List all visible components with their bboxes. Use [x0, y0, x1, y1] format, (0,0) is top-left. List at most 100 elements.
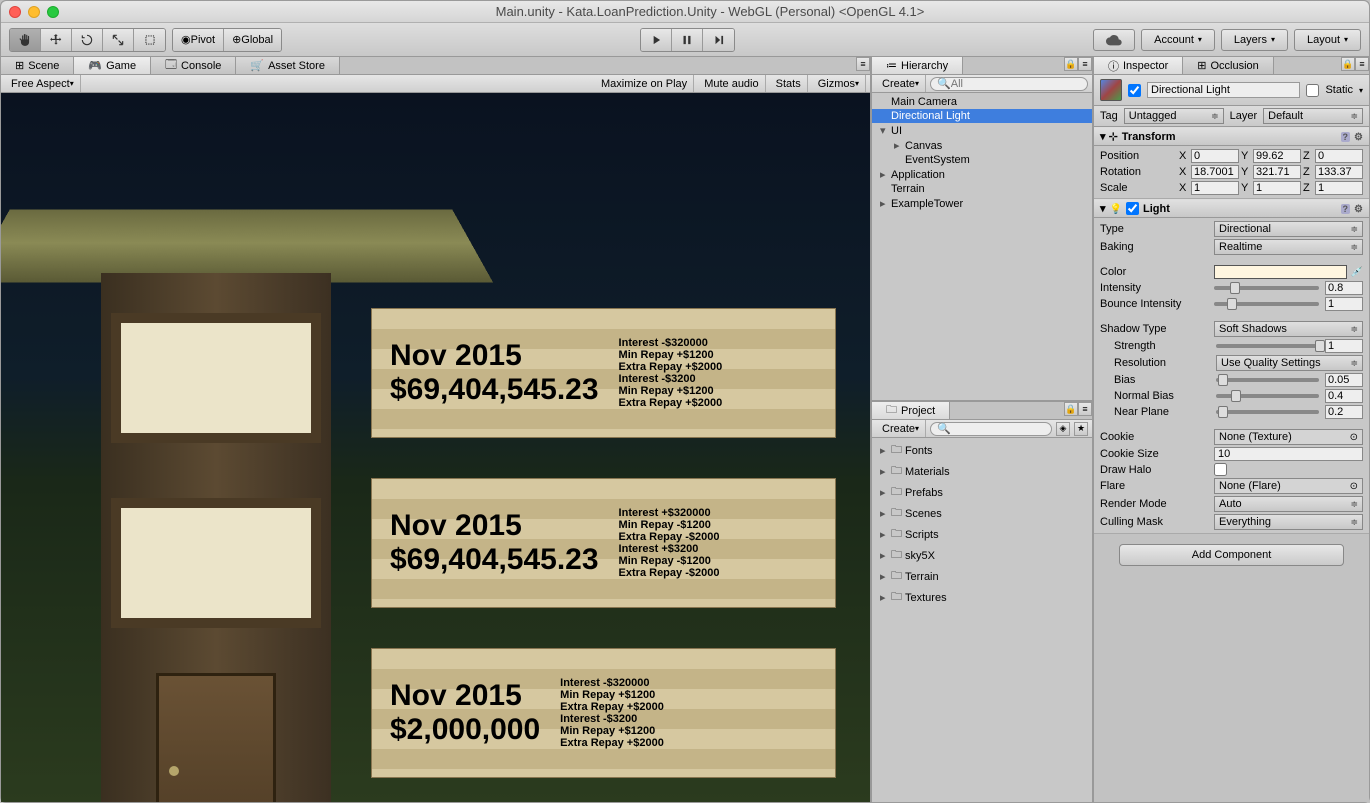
hierarchy-tree[interactable]: Main CameraDirectional Light▾UI▸CanvasEv…: [872, 93, 1092, 400]
hand-tool[interactable]: [10, 29, 41, 51]
hierarchy-options[interactable]: ≡: [1078, 57, 1092, 71]
console-tab[interactable]: 🗔 Console: [151, 57, 236, 74]
pos-x[interactable]: [1191, 149, 1239, 163]
hierarchy-tab[interactable]: ≔ Hierarchy: [872, 57, 963, 74]
hierarchy-item[interactable]: ▾UI: [872, 123, 1092, 138]
project-folder[interactable]: ▸🗀 Scenes: [872, 503, 1092, 524]
render-mode-dropdown[interactable]: Auto: [1214, 496, 1363, 512]
bounce-value[interactable]: [1325, 297, 1363, 311]
inspector-tab[interactable]: ⓘ Inspector: [1094, 57, 1183, 74]
project-folder[interactable]: ▸🗀 Prefabs: [872, 482, 1092, 503]
cloud-button[interactable]: [1093, 29, 1135, 51]
project-lock[interactable]: 🔒: [1064, 402, 1078, 416]
rot-y[interactable]: [1253, 165, 1301, 179]
transform-help-icon[interactable]: [1341, 131, 1351, 143]
game-tab[interactable]: 🎮 Game: [74, 57, 151, 74]
scale-x[interactable]: [1191, 181, 1239, 195]
flare-field[interactable]: None (Flare): [1214, 478, 1363, 494]
scale-tool[interactable]: [103, 29, 134, 51]
project-folder[interactable]: ▸🗀 Textures: [872, 587, 1092, 608]
rotate-tool[interactable]: [72, 29, 103, 51]
inspector-options[interactable]: ≡: [1355, 57, 1369, 71]
hierarchy-search-input[interactable]: [951, 78, 1081, 90]
intensity-value[interactable]: [1325, 281, 1363, 295]
scale-y[interactable]: [1253, 181, 1301, 195]
layer-dropdown[interactable]: Default: [1263, 108, 1363, 124]
draw-halo-checkbox[interactable]: [1214, 463, 1227, 476]
strength-slider[interactable]: [1216, 344, 1319, 348]
rot-z[interactable]: [1315, 165, 1363, 179]
light-header[interactable]: ▾ Light: [1094, 199, 1369, 218]
light-gear-icon[interactable]: [1354, 203, 1363, 215]
project-filter-type[interactable]: ★: [1074, 422, 1088, 436]
pos-z[interactable]: [1315, 149, 1363, 163]
shadow-resolution-dropdown[interactable]: Use Quality Settings: [1216, 355, 1363, 371]
cookie-field[interactable]: None (Texture): [1214, 429, 1363, 445]
pos-y[interactable]: [1253, 149, 1301, 163]
transform-header[interactable]: ▾ ⊹ Transform: [1094, 127, 1369, 146]
scene-tab[interactable]: ⊞ Scene: [1, 57, 74, 74]
add-component-button[interactable]: Add Component: [1119, 544, 1344, 566]
project-search[interactable]: 🔍: [930, 422, 1052, 436]
project-folder[interactable]: ▸🗀 sky5X: [872, 545, 1092, 566]
shadow-type-dropdown[interactable]: Soft Shadows: [1214, 321, 1363, 337]
project-filter-label[interactable]: ◈: [1056, 422, 1070, 436]
occlusion-tab[interactable]: ⊞ Occlusion: [1183, 57, 1274, 74]
hierarchy-item[interactable]: Main Camera: [872, 95, 1092, 109]
layout-dropdown[interactable]: Layout: [1294, 29, 1361, 51]
gameobject-icon[interactable]: [1100, 79, 1122, 101]
light-color-field[interactable]: [1214, 265, 1347, 279]
hierarchy-create-dropdown[interactable]: Create: [876, 75, 926, 92]
nearplane-slider[interactable]: [1216, 410, 1319, 414]
hierarchy-item[interactable]: Directional Light: [872, 109, 1092, 123]
global-toggle[interactable]: ⊕ Global: [224, 29, 281, 51]
light-type-dropdown[interactable]: Directional: [1214, 221, 1363, 237]
hierarchy-item[interactable]: ▸Application: [872, 167, 1092, 182]
gameobject-name-field[interactable]: [1147, 82, 1300, 98]
pause-button[interactable]: [672, 29, 703, 51]
normalbias-slider[interactable]: [1216, 394, 1319, 398]
asset-store-tab[interactable]: 🛒 Asset Store: [236, 57, 340, 74]
culling-mask-dropdown[interactable]: Everything: [1214, 514, 1363, 530]
mute-audio-toggle[interactable]: Mute audio: [698, 75, 765, 92]
project-folder[interactable]: ▸🗀 Scripts: [872, 524, 1092, 545]
aspect-dropdown[interactable]: Free Aspect: [5, 75, 81, 92]
normalbias-value[interactable]: [1325, 389, 1363, 403]
hierarchy-item[interactable]: ▸ExampleTower: [872, 196, 1092, 211]
transform-gear-icon[interactable]: [1354, 131, 1363, 143]
hierarchy-item[interactable]: Terrain: [872, 182, 1092, 196]
step-button[interactable]: [703, 29, 734, 51]
light-help-icon[interactable]: [1341, 203, 1351, 215]
pivot-toggle[interactable]: ◉ Pivot: [173, 29, 224, 51]
bias-slider[interactable]: [1216, 378, 1319, 382]
intensity-slider[interactable]: [1214, 286, 1319, 290]
project-options[interactable]: ≡: [1078, 402, 1092, 416]
hierarchy-lock[interactable]: 🔒: [1064, 57, 1078, 71]
project-create-dropdown[interactable]: Create: [876, 420, 926, 437]
tag-dropdown[interactable]: Untagged: [1124, 108, 1224, 124]
stats-toggle[interactable]: Stats: [770, 75, 808, 92]
gameobject-active-checkbox[interactable]: [1128, 84, 1141, 97]
inspector-lock[interactable]: 🔒: [1341, 57, 1355, 71]
scale-z[interactable]: [1315, 181, 1363, 195]
project-folder[interactable]: ▸🗀 Fonts: [872, 440, 1092, 461]
nearplane-value[interactable]: [1325, 405, 1363, 419]
rot-x[interactable]: [1191, 165, 1239, 179]
light-baking-dropdown[interactable]: Realtime: [1214, 239, 1363, 255]
play-button[interactable]: [641, 29, 672, 51]
bias-value[interactable]: [1325, 373, 1363, 387]
light-enable-checkbox[interactable]: [1126, 202, 1139, 215]
move-tool[interactable]: [41, 29, 72, 51]
project-search-input[interactable]: [951, 423, 1045, 435]
rect-tool[interactable]: [134, 29, 165, 51]
static-checkbox[interactable]: [1306, 84, 1319, 97]
close-window-button[interactable]: [9, 6, 21, 18]
gizmos-toggle[interactable]: Gizmos: [812, 75, 866, 92]
cookie-size-field[interactable]: [1214, 447, 1363, 461]
maximize-window-button[interactable]: [47, 6, 59, 18]
bounce-slider[interactable]: [1214, 302, 1319, 306]
project-tree[interactable]: ▸🗀 Fonts▸🗀 Materials▸🗀 Prefabs▸🗀 Scenes▸…: [872, 438, 1092, 802]
tab-options[interactable]: ≡: [856, 57, 870, 71]
minimize-window-button[interactable]: [28, 6, 40, 18]
project-folder[interactable]: ▸🗀 Materials: [872, 461, 1092, 482]
